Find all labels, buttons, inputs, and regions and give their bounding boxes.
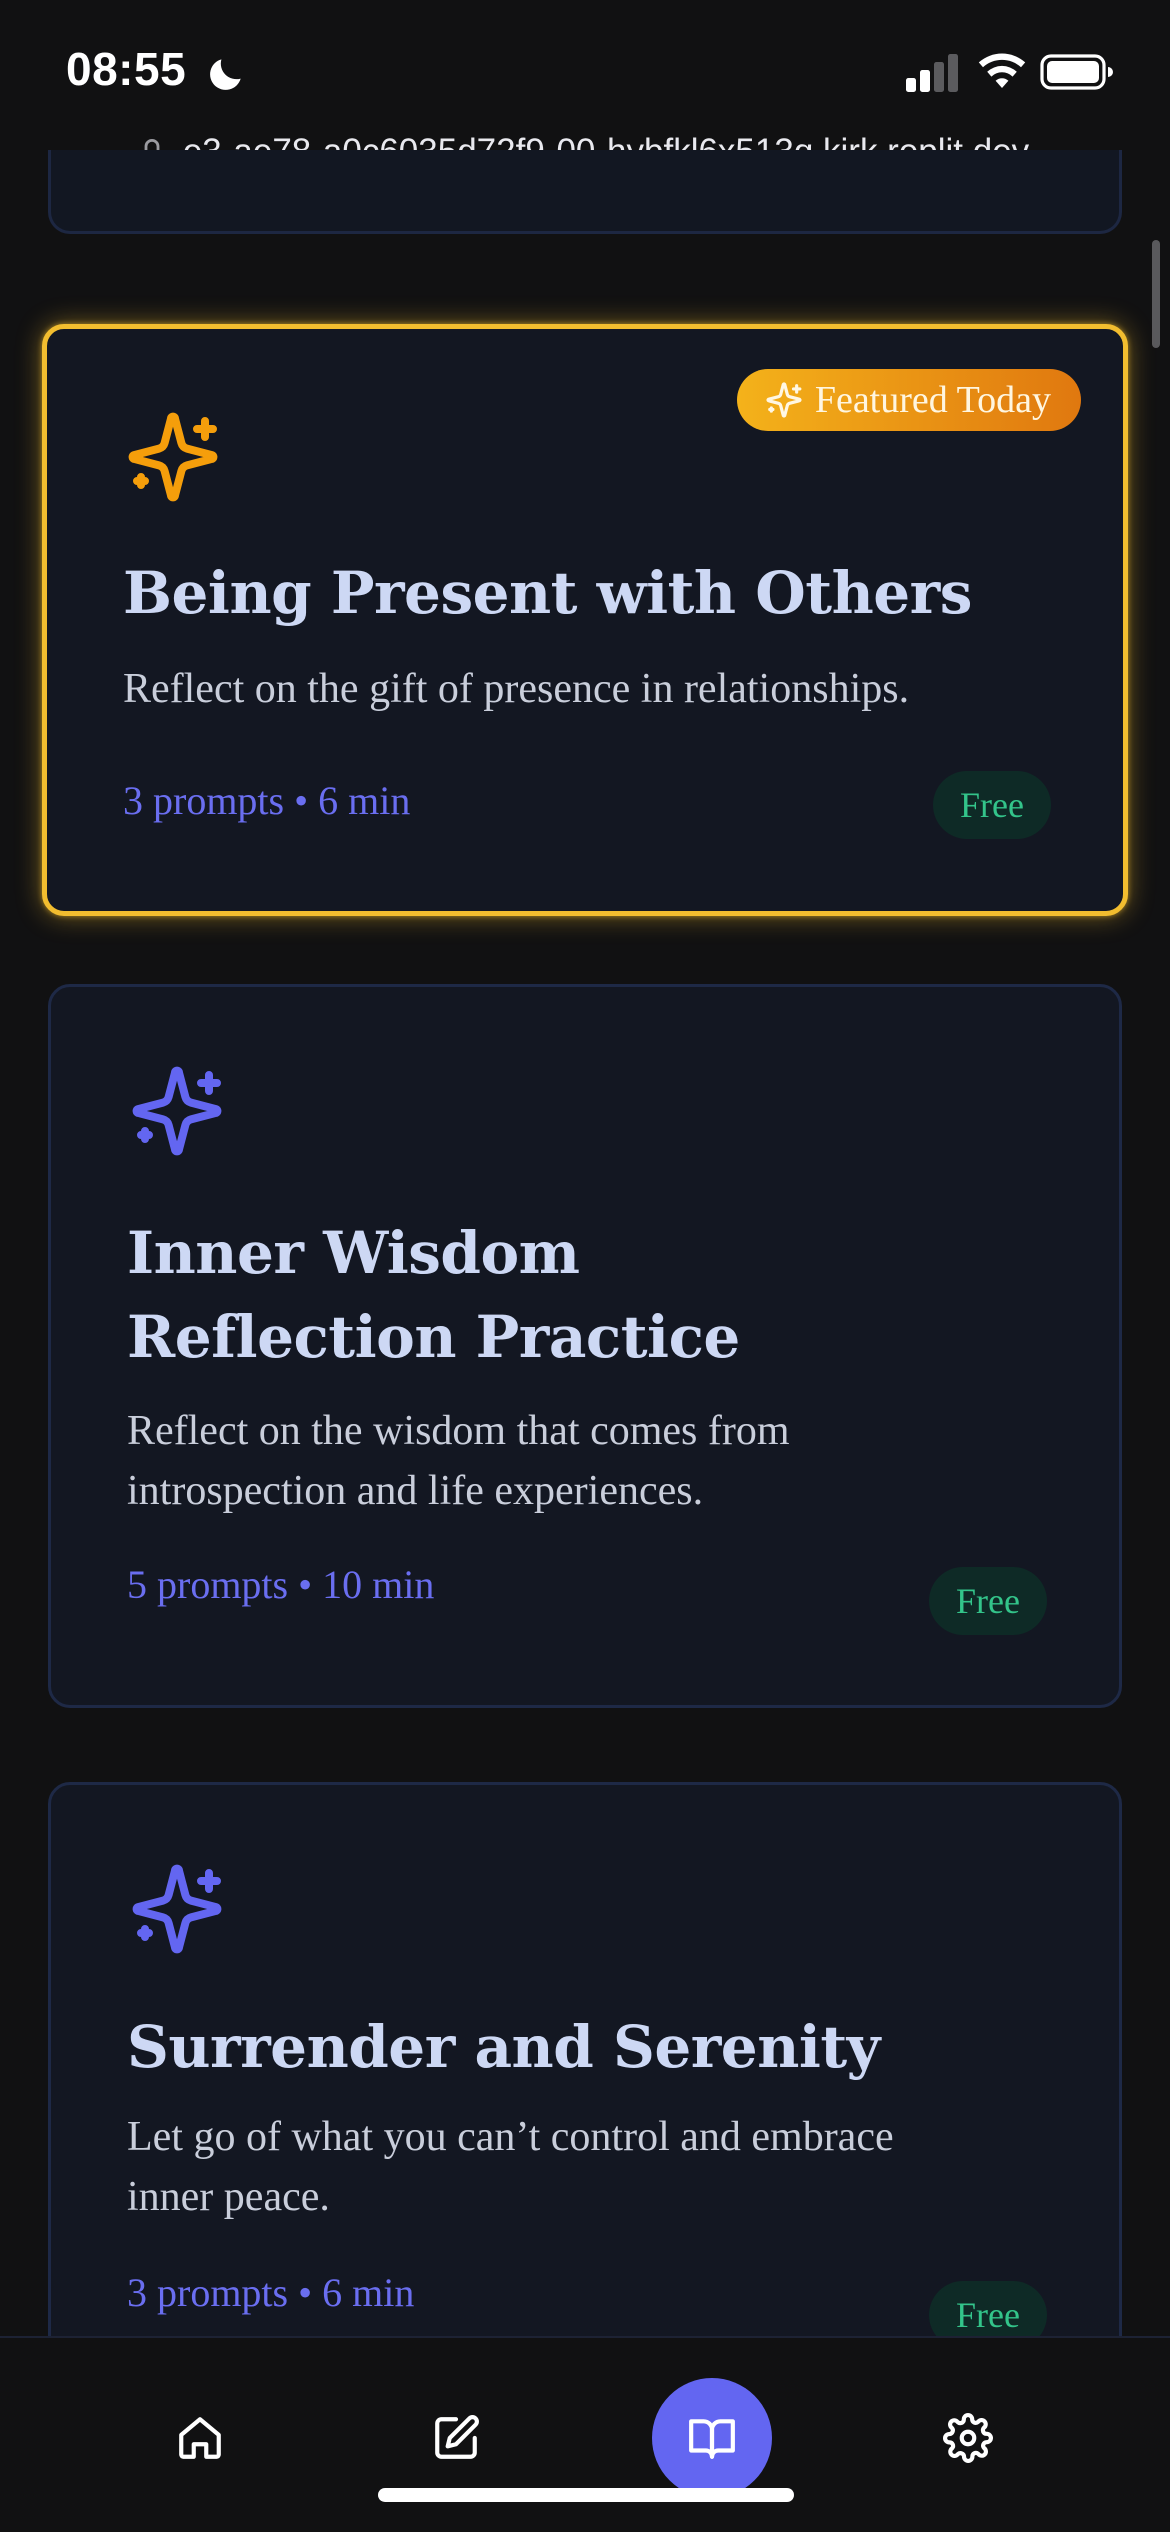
- card-title: Inner Wisdom Reflection Practice: [127, 1219, 740, 1371]
- nav-journal-button[interactable]: [396, 2378, 516, 2498]
- price-badge: Free: [929, 1567, 1047, 1635]
- sparkles-icon: [132, 1066, 222, 1156]
- wifi-icon: [978, 53, 1026, 88]
- reflection-card-featured[interactable]: Featured Today Being Present with Others…: [42, 324, 1128, 916]
- card-description: Reflect on the gift of presence in relat…: [123, 666, 910, 712]
- battery-icon: [1040, 54, 1113, 90]
- card-title: Being Present with Others: [123, 559, 972, 627]
- app-screen: 08:55 e3-ae78-a0c6035d72f9-00-hybfkl6x51…: [0, 0, 1170, 2532]
- bottom-nav: [0, 2336, 1170, 2532]
- sparkles-icon: [766, 382, 802, 418]
- status-bar: 08:55: [0, 0, 1170, 130]
- edit-icon: [435, 2415, 479, 2459]
- previous-card[interactable]: [48, 150, 1122, 234]
- featured-badge: Featured Today: [736, 369, 1081, 431]
- reflection-card[interactable]: Inner Wisdom Reflection Practice Reflect…: [48, 984, 1122, 1708]
- card-description: Let go of what you can’t control and emb…: [127, 2114, 894, 2220]
- card-meta: 3 prompts • 6 min: [123, 778, 411, 823]
- status-time: 08:55: [66, 43, 187, 95]
- card-meta: 5 prompts • 10 min: [127, 1562, 435, 1607]
- card-description: Reflect on the wisdom that comes from in…: [127, 1408, 790, 1514]
- price-badge: Free: [933, 771, 1051, 839]
- scrollbar[interactable]: [1152, 240, 1160, 348]
- settings-gear-icon: [943, 2413, 993, 2463]
- cellular-signal-icon: [906, 54, 958, 92]
- nav-settings-button[interactable]: [908, 2378, 1028, 2498]
- card-title: Surrender and Serenity: [127, 2013, 880, 2081]
- card-meta: 3 prompts • 6 min: [127, 2270, 415, 2315]
- nav-library-button[interactable]: [652, 2378, 772, 2498]
- reflection-card[interactable]: Surrender and Serenity Let go of what yo…: [48, 1782, 1122, 2422]
- sparkles-icon: [128, 412, 218, 502]
- home-icon: [179, 2417, 221, 2459]
- home-indicator[interactable]: [378, 2488, 794, 2502]
- featured-badge-label: Featured Today: [814, 379, 1051, 421]
- book-open-icon: [689, 2419, 735, 2459]
- nav-home-button[interactable]: [140, 2378, 260, 2498]
- sparkles-icon: [132, 1864, 222, 1954]
- moon-icon: [210, 59, 241, 90]
